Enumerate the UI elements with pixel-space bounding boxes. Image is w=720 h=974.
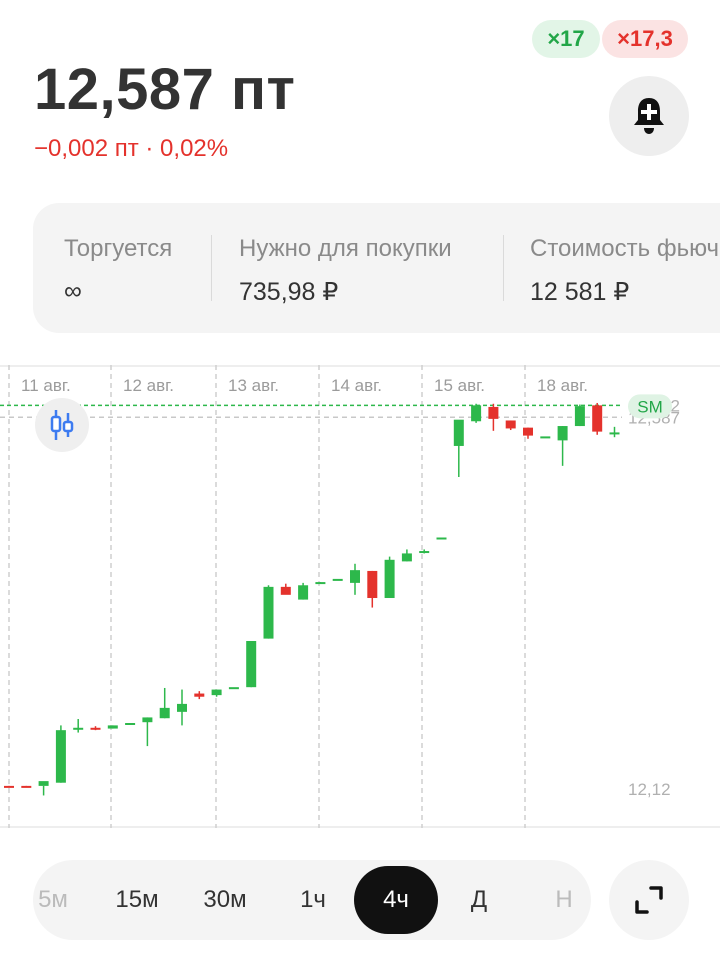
info-traded-value: ∞	[64, 277, 82, 305]
info-divider	[503, 235, 504, 301]
info-future-cost-value: 12 581 ₽	[530, 278, 630, 306]
candle-body	[107, 725, 118, 729]
candles-icon	[50, 410, 74, 440]
bell-plus-icon	[634, 98, 664, 134]
fullscreen-button[interactable]	[609, 860, 689, 940]
price-alert-button[interactable]	[609, 76, 689, 156]
info-traded: Торгуется ∞	[64, 235, 172, 306]
candle-body	[453, 419, 464, 446]
candle-body	[159, 707, 170, 719]
candle-body	[142, 717, 153, 723]
candle-body	[315, 582, 326, 585]
candle-body	[228, 687, 239, 690]
short-leverage-badge: ×17,3	[602, 20, 688, 58]
candle-body	[90, 727, 101, 730]
timeframe-5m[interactable]: 5м	[33, 860, 85, 940]
long-leverage-badge: ×17	[532, 20, 600, 58]
candle-body	[592, 405, 603, 432]
candle-body	[471, 405, 482, 422]
candle-body	[401, 553, 412, 562]
candle-body	[125, 723, 136, 725]
current-price: 12,587 пт	[34, 57, 296, 122]
candle-body	[55, 730, 66, 783]
candle-body	[523, 427, 533, 436]
candle-body	[21, 785, 32, 788]
candle-body	[263, 586, 274, 639]
candle-body	[574, 406, 585, 427]
info-traded-label: Торгуется	[64, 235, 173, 262]
info-buy-margin: Нужно для покупки 735,98 ₽	[239, 235, 452, 307]
x-axis-label: 11 авг.	[21, 376, 71, 395]
candle-body	[350, 570, 360, 583]
x-axis-label: 15 авг.	[434, 376, 485, 395]
candle-body	[505, 420, 516, 429]
info-divider	[211, 235, 212, 301]
timeframe-1h[interactable]: 1ч	[283, 860, 343, 940]
timeframe-30m[interactable]: 30м	[187, 860, 263, 940]
timeframe-day[interactable]: Д	[451, 860, 507, 940]
candle-body	[436, 537, 447, 540]
expand-icon	[635, 886, 663, 914]
x-axis-label: 14 авг.	[331, 376, 382, 395]
candle-body	[73, 727, 84, 730]
price-chart[interactable]: 11 авг. 12 авг. 13 авг. 14 авг. 15 авг. 18 ав…	[0, 365, 720, 828]
timeframe-week[interactable]: Н	[536, 860, 591, 940]
timeframe-selector: 5м 15м 30м 1ч 4ч Д Н	[33, 860, 591, 940]
candle-body	[4, 785, 14, 788]
info-buy-margin-label: Нужно для покупки	[239, 235, 452, 262]
candle-body	[246, 641, 257, 688]
instrument-info-panel: Торгуется ∞ Нужно для покупки 735,98 ₽ С…	[33, 203, 720, 333]
candle-body	[419, 551, 430, 554]
info-future-cost-label: Стоимость фьючерса	[530, 235, 720, 262]
price-change: −0,002 пт · 0,02%	[34, 135, 229, 162]
candle-body	[367, 570, 378, 599]
candle-body	[38, 781, 49, 786]
x-axis-label: 13 авг.	[228, 376, 279, 395]
sm-badge-label: SM	[637, 397, 663, 416]
candle-body	[384, 559, 395, 599]
candle-body	[332, 578, 343, 581]
candle-body	[211, 689, 222, 696]
candle-body	[540, 436, 551, 439]
info-future-cost: Стоимость фьючерса 12 581 ₽	[530, 235, 720, 307]
y-axis-label: 12,12	[628, 780, 671, 799]
timeframe-15m[interactable]: 15м	[99, 860, 175, 940]
x-axis-label: 12 авг.	[123, 376, 174, 395]
x-axis-label: 18 авг.	[537, 376, 588, 395]
candle-body	[177, 703, 187, 712]
timeframe-4h[interactable]: 4ч	[354, 866, 438, 934]
candle-body	[557, 426, 568, 441]
indicators-button[interactable]	[35, 398, 89, 452]
info-buy-margin-value: 735,98 ₽	[239, 278, 339, 306]
candle-body	[298, 585, 309, 600]
candle-body	[194, 693, 205, 697]
candle-body	[280, 586, 291, 595]
candle-body	[488, 406, 499, 419]
candle-body	[609, 432, 620, 435]
